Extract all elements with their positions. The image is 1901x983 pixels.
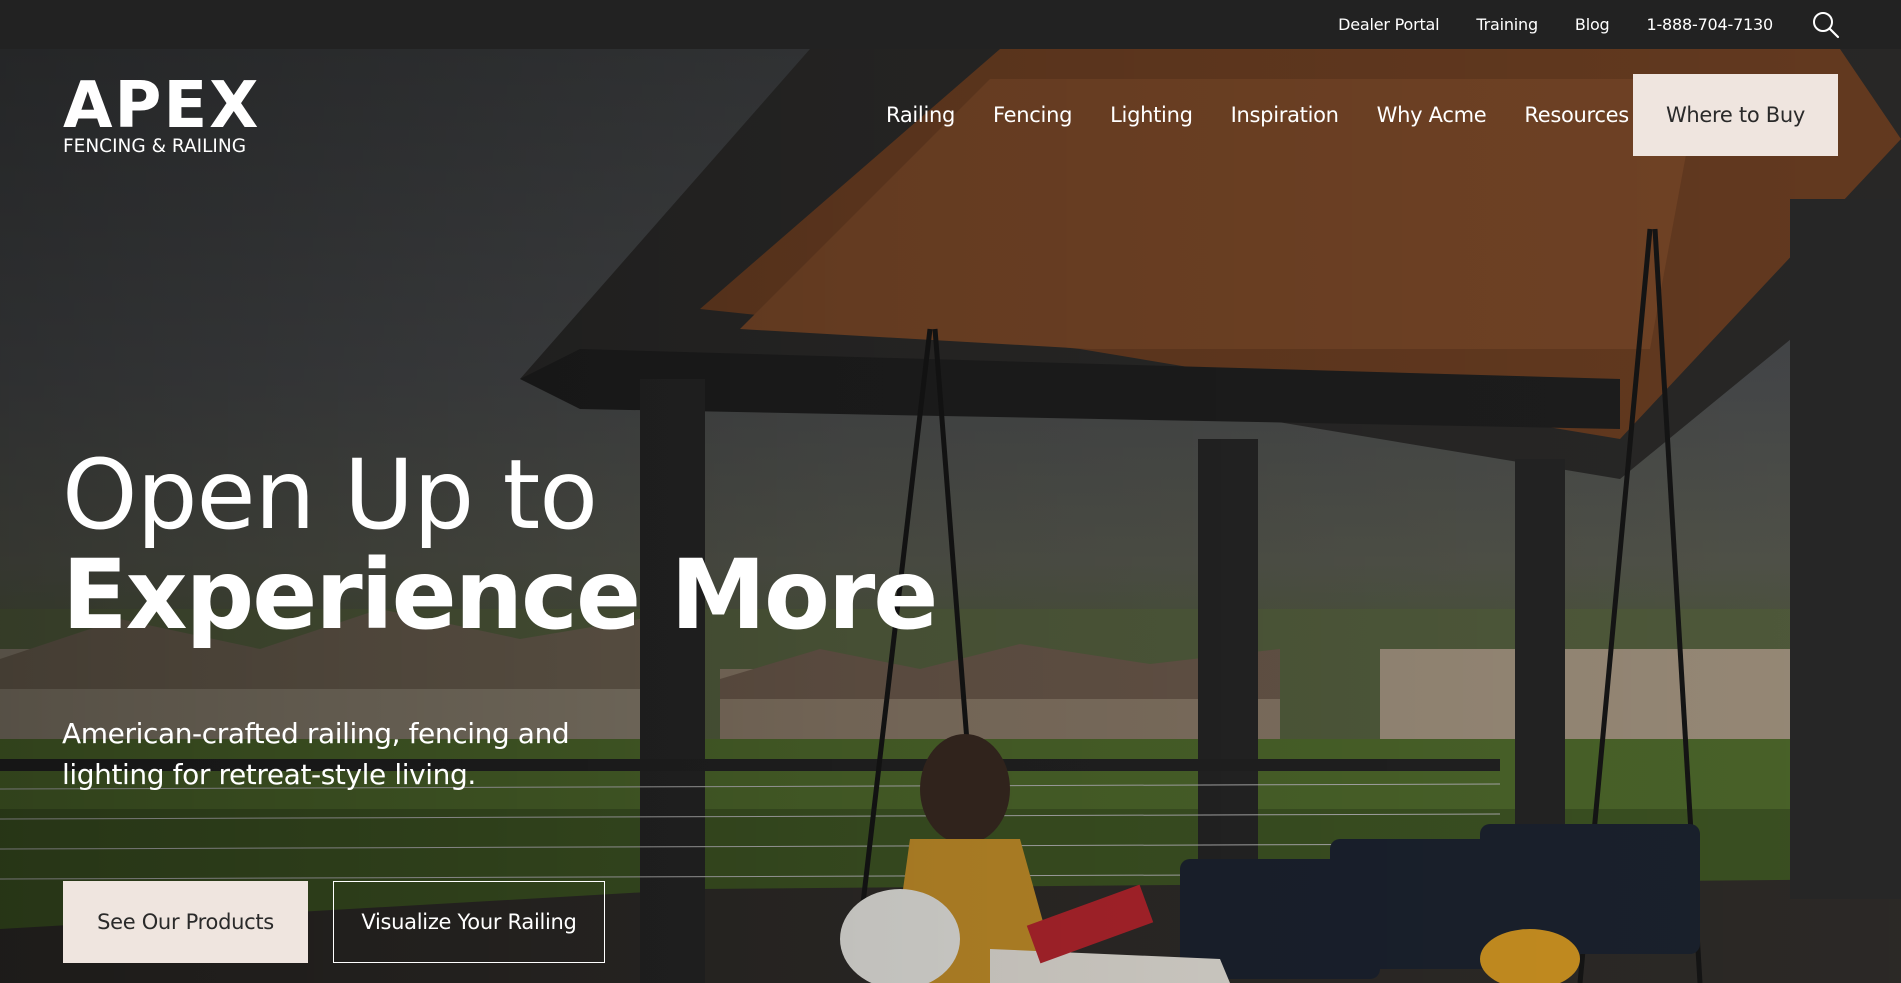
utility-bar: Dealer Portal Training Blog 1-888-704-71… (0, 0, 1901, 49)
visualize-your-railing-button[interactable]: Visualize Your Railing (333, 881, 605, 963)
hero-headline-line2: Experience More (62, 539, 938, 651)
hero-subheadline: American-crafted railing, fencing and li… (62, 717, 570, 791)
utility-link-dealer-portal[interactable]: Dealer Portal (1338, 15, 1439, 34)
nav-item-inspiration[interactable]: Inspiration (1231, 103, 1339, 127)
hero-headline-line1: Open Up to (62, 439, 598, 551)
nav-item-railing[interactable]: Railing (886, 103, 955, 127)
main-navigation: Railing Fencing Lighting Inspiration Why… (886, 103, 1667, 127)
utility-link-training[interactable]: Training (1476, 15, 1538, 34)
nav-item-resources[interactable]: Resources (1524, 103, 1629, 127)
nav-item-fencing[interactable]: Fencing (993, 103, 1072, 127)
nav-item-why-acme[interactable]: Why Acme (1377, 103, 1487, 127)
logo-wordmark: APEX (63, 69, 261, 143)
where-to-buy-button[interactable]: Where to Buy (1633, 74, 1838, 156)
search-icon[interactable] (1811, 10, 1841, 40)
nav-item-lighting[interactable]: Lighting (1110, 103, 1193, 127)
utility-link-phone[interactable]: 1-888-704-7130 (1647, 15, 1774, 34)
logo-tagline: FENCING & RAILING (63, 136, 247, 157)
brand-logo[interactable]: APEX FENCING & RAILING (63, 69, 263, 158)
utility-link-blog[interactable]: Blog (1575, 15, 1610, 34)
hero-headline: Open Up to Experience More (62, 439, 938, 651)
see-our-products-button[interactable]: See Our Products (63, 881, 308, 963)
